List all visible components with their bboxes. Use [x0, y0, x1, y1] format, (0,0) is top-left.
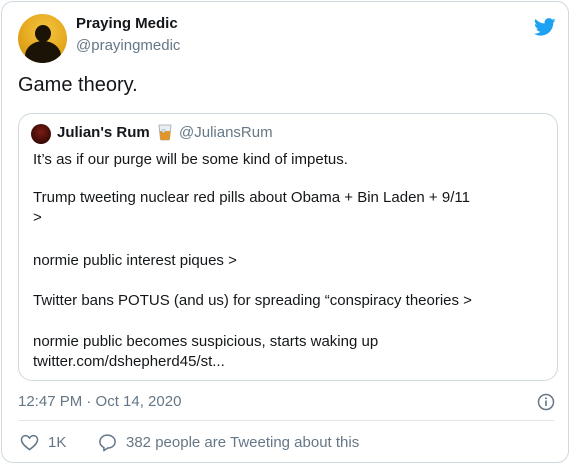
author-avatar[interactable]: [18, 14, 67, 63]
conversation-link[interactable]: 382 people are Tweeting about this: [126, 434, 359, 451]
comment-icon[interactable]: [98, 433, 117, 452]
tumbler-glass-emoji: [158, 124, 172, 141]
quoted-line: Trump tweeting nuclear red pills about O…: [33, 189, 470, 206]
quoted-line: normie public interest piques >: [33, 252, 237, 269]
heart-icon[interactable]: [20, 434, 39, 451]
tweet-text: Game theory.: [18, 74, 138, 96]
quoted-line: >: [33, 209, 42, 226]
quoted-author-name[interactable]: Julian's Rum: [57, 124, 150, 141]
author-name[interactable]: Praying Medic: [76, 15, 178, 32]
quoted-line: Twitter bans POTUS (and us) for spreadin…: [33, 292, 472, 309]
divider: [18, 420, 554, 421]
quoted-line: It’s as if our purge will be some kind o…: [33, 151, 348, 168]
quoted-author-handle[interactable]: @JuliansRum: [179, 124, 273, 141]
quoted-link[interactable]: twitter.com/dshepherd45/st...: [33, 353, 225, 370]
like-count[interactable]: 1K: [48, 434, 66, 451]
author-handle[interactable]: @prayingmedic: [76, 37, 180, 54]
twitter-bird-icon[interactable]: [533, 16, 557, 38]
quoted-line: normie public becomes suspicious, starts…: [33, 333, 379, 350]
info-icon[interactable]: [537, 393, 555, 411]
tweet-timestamp[interactable]: 12:47 PM · Oct 14, 2020: [18, 393, 181, 410]
avatar-silhouette-head: [35, 25, 51, 42]
avatar-silhouette-body: [25, 41, 61, 63]
tweet-card: Praying Medic @prayingmedic Game theory.…: [1, 1, 569, 463]
quoted-author-avatar[interactable]: [31, 124, 51, 144]
quoted-tweet[interactable]: Julian's Rum @JuliansRum It’s as if our …: [18, 113, 558, 381]
